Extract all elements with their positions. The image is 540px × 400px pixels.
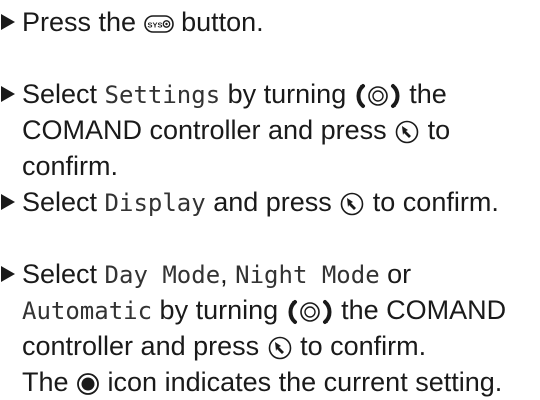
instruction-text: by turning: [152, 295, 286, 325]
instruction-line: The icon indicates the current setting.: [22, 364, 502, 400]
bullet-arrow-icon: [1, 14, 15, 30]
display-menu-text: Night Mode: [235, 261, 380, 289]
instruction-line: COMAND controller and press to: [22, 112, 450, 148]
instruction-text: to: [420, 115, 451, 145]
bullet-arrow-icon: [1, 194, 15, 210]
instruction-text: by turning: [220, 79, 354, 109]
instruction-text: button.: [173, 7, 264, 37]
instruction-text: Select: [22, 187, 105, 217]
instruction-line: Automatic by turning the COMAND: [22, 292, 506, 329]
instruction-line: Press the SYS button.: [22, 4, 264, 40]
instruction-text: to confirm.: [292, 331, 427, 361]
turn-controller-icon: [286, 299, 334, 325]
display-menu-text: Display: [104, 189, 206, 217]
instruction-text: the: [401, 79, 447, 109]
instruction-line: Select Display and press to confirm.: [22, 184, 499, 221]
instruction-text: ,: [220, 259, 236, 289]
instruction-text: COMAND controller and press: [22, 115, 395, 145]
display-menu-text: Day Mode: [104, 261, 221, 289]
sys-button-icon: SYS: [143, 14, 174, 34]
display-menu-text: Automatic: [22, 297, 153, 325]
instruction-text: the COMAND: [333, 295, 507, 325]
press-controller-icon: [267, 335, 293, 361]
bullet-arrow-icon: [1, 86, 15, 102]
instruction-line: confirm.: [22, 148, 118, 184]
bullet-arrow-icon: [1, 266, 15, 282]
instruction-text: controller and press: [22, 331, 267, 361]
instruction-text: Press the: [22, 7, 144, 37]
instruction-text: to confirm.: [365, 187, 499, 217]
press-controller-icon: [339, 191, 365, 217]
instruction-text: Select: [22, 79, 105, 109]
instruction-line: Select Settings by turning the: [22, 76, 447, 113]
instruction-line: controller and press to confirm.: [22, 328, 426, 364]
instruction-text: or: [379, 259, 412, 289]
instruction-text: The: [22, 367, 77, 397]
instruction-text: and press: [205, 187, 340, 217]
svg-text:SYS: SYS: [147, 20, 162, 29]
instruction-text: Select: [22, 259, 105, 289]
instruction-line: Select Day Mode, Night Mode or: [22, 256, 411, 293]
instruction-text: icon indicates the current setting.: [100, 367, 503, 397]
press-controller-icon: [394, 119, 420, 145]
instruction-text: confirm.: [22, 151, 119, 181]
turn-controller-icon: [354, 83, 402, 109]
display-menu-text: Settings: [104, 81, 221, 109]
radio-selected-icon: [76, 372, 100, 396]
